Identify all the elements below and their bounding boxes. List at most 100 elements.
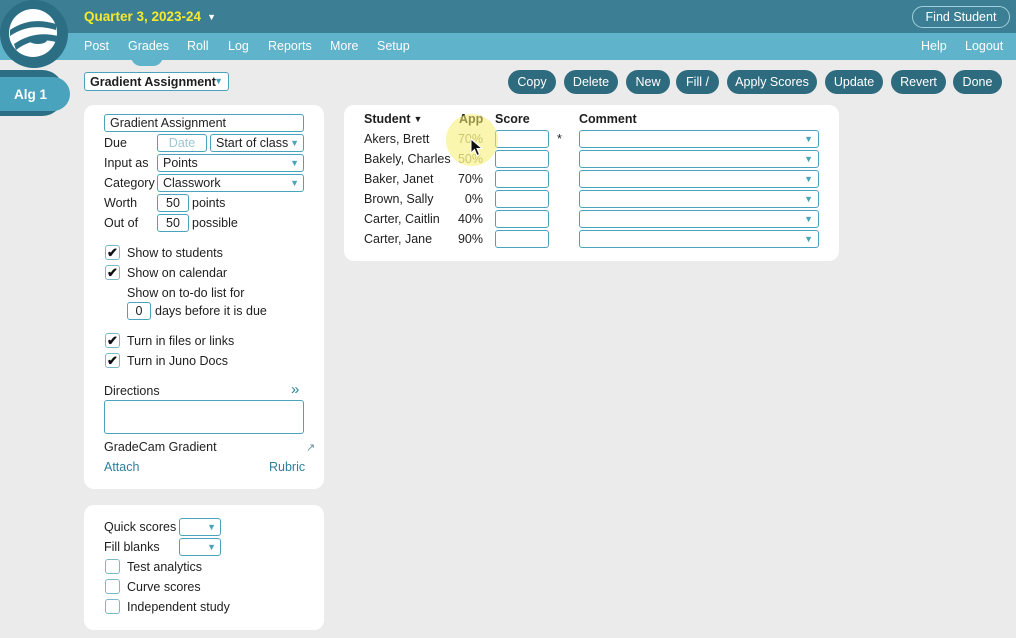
- caret-down-icon: ▼: [804, 194, 813, 204]
- app-score[interactable]: 90%: [443, 232, 483, 246]
- input-as-select[interactable]: Points ▼: [157, 154, 304, 172]
- delete-button[interactable]: Delete: [564, 70, 618, 94]
- student-name[interactable]: Carter, Caitlin: [364, 212, 440, 226]
- apply-scores-button[interactable]: Apply Scores: [727, 70, 817, 94]
- caret-down-icon: ▼: [290, 138, 299, 148]
- checkmark-icon: ✔: [107, 264, 118, 280]
- comment-select[interactable]: ▼: [579, 190, 819, 208]
- comment-select[interactable]: ▼: [579, 130, 819, 148]
- sort-down-icon: ▼: [413, 114, 423, 124]
- todo-days-input[interactable]: 0: [127, 302, 151, 320]
- active-nav-indicator: [131, 56, 163, 66]
- outof-input[interactable]: 50: [157, 214, 189, 232]
- student-name[interactable]: Brown, Sally: [364, 192, 433, 206]
- caret-down-icon: ▼: [804, 174, 813, 184]
- student-name[interactable]: Bakely, Charles: [364, 152, 451, 166]
- find-student-button[interactable]: Find Student: [912, 6, 1010, 28]
- nav-help[interactable]: Help: [921, 39, 947, 53]
- nav-post[interactable]: Post: [84, 39, 109, 53]
- score-input[interactable]: [495, 150, 549, 168]
- worth-input[interactable]: 50: [157, 194, 189, 212]
- rubric-link[interactable]: Rubric: [269, 460, 305, 474]
- revert-button[interactable]: Revert: [891, 70, 946, 94]
- nav-logout[interactable]: Logout: [965, 39, 1003, 53]
- score-input[interactable]: [495, 130, 549, 148]
- fill-button[interactable]: Fill /: [676, 70, 719, 94]
- turn-in-juno-checkbox[interactable]: ✔: [105, 353, 120, 368]
- turn-in-files-checkbox[interactable]: ✔: [105, 333, 120, 348]
- score-input[interactable]: [495, 230, 549, 248]
- quarter-selector[interactable]: Quarter 3, 2023-24 ▼: [84, 9, 216, 24]
- checkmark-icon: ✔: [107, 352, 118, 368]
- input-as-value: Points: [163, 156, 198, 170]
- gradecam-label: GradeCam Gradient: [104, 440, 217, 454]
- app-score[interactable]: 70%: [443, 172, 483, 186]
- checkmark-icon: ✔: [107, 244, 118, 260]
- app-score[interactable]: 40%: [443, 212, 483, 226]
- show-to-students-checkbox[interactable]: ✔: [105, 245, 120, 260]
- checkmark-icon: ✔: [107, 332, 118, 348]
- copy-button[interactable]: Copy: [508, 70, 556, 94]
- test-analytics-checkbox[interactable]: [105, 559, 120, 574]
- due-date-input[interactable]: Date: [157, 134, 207, 152]
- update-button[interactable]: Update: [825, 70, 883, 94]
- score-column-header[interactable]: Score: [495, 112, 530, 126]
- directions-textarea[interactable]: [104, 400, 304, 434]
- worth-label: Worth: [104, 196, 138, 210]
- caret-down-icon: ▼: [207, 11, 216, 22]
- assignment-selector-label: Gradient Assignment: [90, 74, 216, 89]
- input-as-label: Input as: [104, 156, 149, 170]
- score-input[interactable]: [495, 210, 549, 228]
- nav-reports[interactable]: Reports: [268, 39, 312, 53]
- curve-scores-checkbox[interactable]: [105, 579, 120, 594]
- assignment-name-input[interactable]: Gradient Assignment: [104, 114, 304, 132]
- comment-select[interactable]: ▼: [579, 170, 819, 188]
- assignment-selector[interactable]: Gradient Assignment ▼: [84, 72, 229, 91]
- comment-select[interactable]: ▼: [579, 150, 819, 168]
- due-time-select[interactable]: Start of class ▼: [210, 134, 304, 152]
- external-link-icon[interactable]: ↗: [306, 441, 315, 454]
- app-logo[interactable]: [0, 0, 68, 68]
- category-label: Category: [104, 176, 155, 190]
- nav-grades[interactable]: Grades: [128, 39, 169, 53]
- fill-blanks-select[interactable]: ▼: [179, 538, 221, 556]
- quarter-label: Quarter 3, 2023-24: [84, 9, 202, 24]
- comment-select[interactable]: ▼: [579, 230, 819, 248]
- app-column-header[interactable]: App: [459, 112, 483, 126]
- app-score[interactable]: 0%: [443, 192, 483, 206]
- category-select[interactable]: Classwork ▼: [157, 174, 304, 192]
- new-button[interactable]: New: [626, 70, 670, 94]
- show-on-calendar-checkbox[interactable]: ✔: [105, 265, 120, 280]
- quick-scores-select[interactable]: ▼: [179, 518, 221, 536]
- caret-down-icon: ▼: [804, 214, 813, 224]
- due-time-value: Start of class: [216, 136, 289, 150]
- nav-setup[interactable]: Setup: [377, 39, 410, 53]
- nav-roll[interactable]: Roll: [187, 39, 209, 53]
- student-column-header[interactable]: Student ▼: [364, 112, 422, 126]
- attach-link[interactable]: Attach: [104, 460, 139, 474]
- caret-down-icon: ▼: [290, 178, 299, 188]
- caret-down-icon: ▼: [207, 542, 216, 552]
- expand-icon[interactable]: »: [291, 381, 299, 398]
- outof-label: Out of: [104, 216, 139, 230]
- done-button[interactable]: Done: [953, 70, 1002, 94]
- show-on-calendar-label: Show on calendar: [127, 266, 228, 280]
- score-input[interactable]: [495, 170, 549, 188]
- score-input[interactable]: [495, 190, 549, 208]
- student-name[interactable]: Carter, Jane: [364, 232, 432, 246]
- caret-down-icon: ▼: [804, 154, 813, 164]
- app-score[interactable]: 50%: [443, 152, 483, 166]
- caret-down-icon: ▼: [214, 76, 223, 86]
- class-tab-alg1[interactable]: Alg 1: [0, 77, 70, 111]
- independent-study-checkbox[interactable]: [105, 599, 120, 614]
- nav-log[interactable]: Log: [228, 39, 249, 53]
- student-name[interactable]: Baker, Janet: [364, 172, 434, 186]
- app-score[interactable]: 70%: [443, 132, 483, 146]
- asterisk-marker: *: [557, 132, 562, 146]
- curve-scores-label: Curve scores: [127, 580, 201, 594]
- comment-select[interactable]: ▼: [579, 210, 819, 228]
- nav-more[interactable]: More: [330, 39, 358, 53]
- caret-down-icon: ▼: [804, 134, 813, 144]
- due-label: Due: [104, 136, 127, 150]
- student-name[interactable]: Akers, Brett: [364, 132, 429, 146]
